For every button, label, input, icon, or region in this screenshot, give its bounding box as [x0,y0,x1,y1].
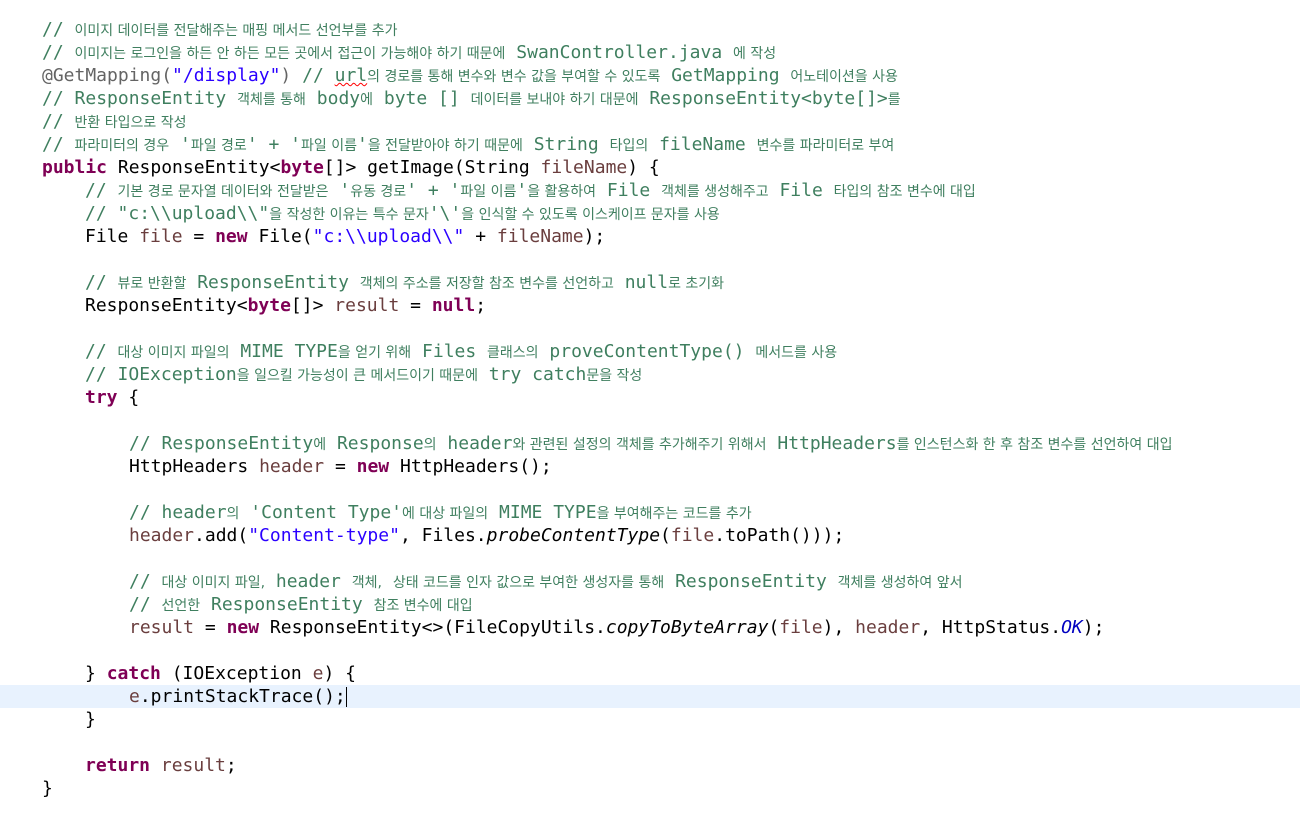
code-line[interactable]: // 반환 타입으로 작성 [0,110,1300,133]
code-line[interactable]: // 이미지 데이터를 전달해주는 매핑 메서드 선언부를 추가 [0,18,1300,41]
code-line[interactable]: // ResponseEntity에 Response의 header와 관련된… [0,432,1300,455]
string-literal: "c:\\upload\\" [312,226,465,247]
parameter: e [312,663,324,684]
code-line-blank[interactable] [0,409,1300,432]
comment: // 반환 타입으로 작성 [42,111,187,132]
code-line[interactable]: try { [0,386,1300,409]
code-editor[interactable]: // 이미지 데이터를 전달해주는 매핑 메서드 선언부를 추가 // 이미지는… [0,0,1300,817]
parameter: e [129,686,140,707]
local-variable: result [334,295,400,316]
keyword: new [356,456,390,477]
text-caret [345,687,347,707]
spell-warning-url: url [334,65,368,86]
code-line[interactable]: ResponseEntity<byte[]> result = null; [0,294,1300,317]
comment: // ResponseEntity에 Response의 header와 관련된… [129,433,1173,454]
code-line-blank[interactable] [0,317,1300,340]
static-method: probeContentType [486,525,661,546]
local-variable: header [129,525,195,546]
code-line[interactable]: @GetMapping("/display") // url의 경로를 통해 변… [0,64,1300,87]
code-line[interactable]: // 선언한 ResponseEntity 참조 변수에 대입 [0,593,1300,616]
code-line[interactable]: File file = new File("c:\\upload\\" + fi… [0,225,1300,248]
code-line-blank[interactable] [0,731,1300,754]
code-line[interactable]: // 이미지는 로그인을 하든 안 하든 모든 곳에서 접근이 가능해야 하기 … [0,41,1300,64]
comment: // ResponseEntity 객체를 통해 body에 byte [] 데… [42,88,901,109]
static-method: copyToByteArray [605,617,769,638]
parameter: fileName [496,226,584,247]
code-line[interactable]: // ResponseEntity 객체를 통해 body에 byte [] 데… [0,87,1300,110]
current-code-line[interactable]: e.printStackTrace(); [0,685,1300,708]
code-line-blank[interactable] [0,547,1300,570]
static-constant: OK [1061,617,1083,638]
code-line[interactable]: return result; [0,754,1300,777]
comment: // header의 'Content Type'에 대상 파일의 MIME T… [129,502,752,523]
code-line[interactable]: // 대상 이미지 파일, header 객체, 상태 코드를 인자 값으로 부… [0,570,1300,593]
code-line[interactable]: result = new ResponseEntity<>(FileCopyUt… [0,616,1300,639]
comment: // 대상 이미지 파일의 MIME TYPE을 얻기 위해 Files 클래스… [85,341,838,362]
keyword: null [431,295,476,316]
local-variable: file [139,226,183,247]
keyword: public [42,157,108,178]
local-variable: header [259,456,325,477]
code-line[interactable]: } [0,708,1300,731]
code-line[interactable]: HttpHeaders header = new HttpHeaders(); [0,455,1300,478]
code-line[interactable]: header.add("Content-type", Files.probeCo… [0,524,1300,547]
keyword: catch [106,663,161,684]
comment: // 기본 경로 문자열 데이터와 전달받은 '유동 경로' + '파일 이름'… [85,180,976,201]
comment: // 대상 이미지 파일, header 객체, 상태 코드를 인자 값으로 부… [129,571,963,592]
comment: // 선언한 ResponseEntity 참조 변수에 대입 [129,594,473,615]
keyword: return [85,755,151,776]
keyword: byte [247,295,291,316]
code-line[interactable]: // 대상 이미지 파일의 MIME TYPE을 얻기 위해 Files 클래스… [0,340,1300,363]
code-line[interactable]: } [0,777,1300,800]
code-line[interactable]: public ResponseEntity<byte[]> getImage(S… [0,156,1300,179]
code-line-blank[interactable] [0,248,1300,271]
code-line[interactable]: // 뷰로 반환할 ResponseEntity 객체의 주소를 저장할 참조 … [0,271,1300,294]
code-line[interactable]: // IOException을 일으킬 가능성이 큰 메서드이기 때문에 try… [0,363,1300,386]
comment: // "c:\\upload\\"을 작성한 이유는 특수 문자'\'을 인식할… [85,203,720,224]
local-variable: result [160,755,226,776]
comment: // 이미지 데이터를 전달해주는 매핑 메서드 선언부를 추가 [42,19,398,40]
code-line[interactable]: // 파라미터의 경우 '파일 경로' + '파일 이름'을 전달받아야 하기 … [0,133,1300,156]
string-literal: "/display" [172,65,281,86]
comment: // IOException을 일으킬 가능성이 큰 메서드이기 때문에 try… [85,364,643,385]
local-variable: header [855,617,921,638]
comment: // 뷰로 반환할 ResponseEntity 객체의 주소를 저장할 참조 … [85,272,725,293]
annotation: @GetMapping( [42,65,173,86]
code-line-blank[interactable] [0,478,1300,501]
keyword: byte [280,157,324,178]
local-variable: result [129,617,195,638]
code-line[interactable]: // 기본 경로 문자열 데이터와 전달받은 '유동 경로' + '파일 이름'… [0,179,1300,202]
code-line[interactable]: } catch (IOException e) { [0,662,1300,685]
string-literal: "Content-type" [248,525,400,546]
local-variable: file [670,525,715,546]
code-line[interactable]: // "c:\\upload\\"을 작성한 이유는 특수 문자'\'을 인식할… [0,202,1300,225]
comment: // 이미지는 로그인을 하든 안 하든 모든 곳에서 접근이 가능해야 하기 … [42,42,777,63]
local-variable: file [779,617,823,638]
code-line-blank[interactable] [0,639,1300,662]
comment: // 파라미터의 경우 '파일 경로' + '파일 이름'을 전달받아야 하기 … [42,134,895,155]
comment: // url의 경로를 통해 변수와 변수 값을 부여할 수 있도록 GetMa… [302,65,898,86]
parameter: fileName [540,157,628,178]
keyword: new [215,226,248,247]
keyword: new [226,617,260,638]
keyword: try [85,387,118,408]
code-line[interactable]: // header의 'Content Type'에 대상 파일의 MIME T… [0,501,1300,524]
